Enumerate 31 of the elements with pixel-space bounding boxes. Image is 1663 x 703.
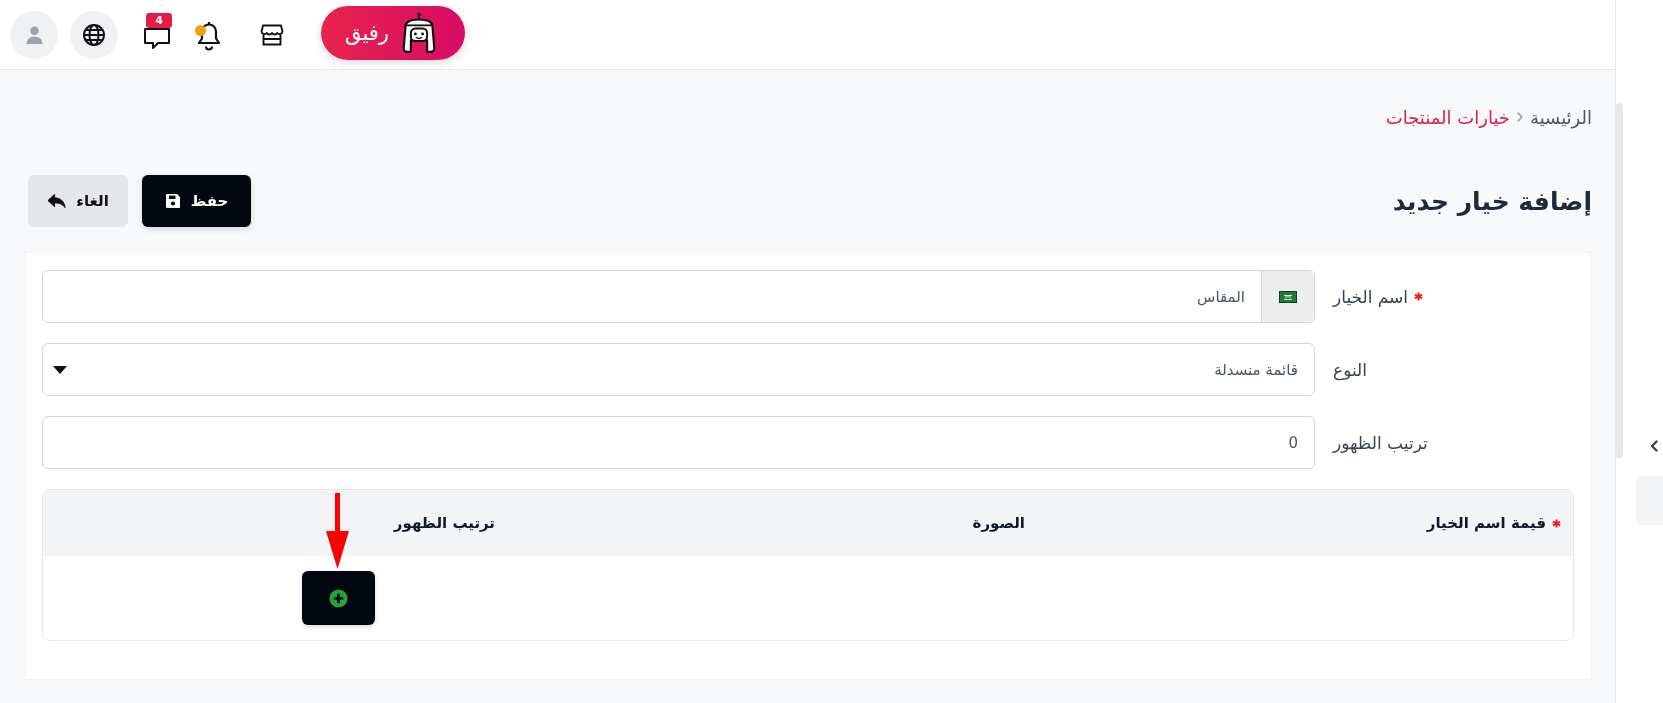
chevron-right-icon: [1517, 112, 1523, 122]
language-addon[interactable]: [1261, 271, 1314, 322]
input-field[interactable]: 0: [42, 416, 1315, 469]
select-field[interactable]: قائمة منسدلة: [42, 343, 1315, 396]
column-header: قيمة اسم الخيار: [1426, 514, 1546, 532]
plus-circle-icon: [329, 588, 348, 608]
message-count-badge: 4: [146, 12, 172, 28]
cancel-button[interactable]: الغاء: [28, 175, 128, 227]
chevron-left-icon[interactable]: [1650, 440, 1658, 452]
breadcrumb-link[interactable]: خيارات المنتجات: [1385, 106, 1510, 128]
bell-icon[interactable]: [197, 20, 221, 51]
reply-arrow-icon: [47, 193, 67, 209]
column-header: ترتيب الظهور: [393, 514, 495, 532]
robot-mascot-icon: [401, 11, 437, 54]
language-button[interactable]: [70, 10, 118, 59]
input-field[interactable]: المقاس: [42, 270, 1315, 323]
save-button[interactable]: حفظ: [142, 175, 251, 227]
flag-icon: [1279, 290, 1297, 303]
assistant-button[interactable]: رفيق: [321, 5, 465, 60]
person-silhouette-icon: [24, 25, 44, 44]
store-icon[interactable]: [260, 23, 284, 46]
globe-icon: [82, 22, 106, 47]
breadcrumb-link[interactable]: الرئيسية: [1530, 106, 1592, 128]
field-label: ترتيب الظهور: [1333, 432, 1428, 453]
scrollbar[interactable]: [1616, 103, 1623, 458]
column-header: الصورة: [972, 514, 1025, 532]
caret-down-icon: [53, 365, 67, 374]
page-title: إضافة خيار جديد: [1392, 186, 1592, 216]
field-label: اسم الخيار: [1333, 286, 1409, 307]
add-button[interactable]: [302, 571, 375, 625]
field-label: النوع: [1333, 359, 1367, 380]
